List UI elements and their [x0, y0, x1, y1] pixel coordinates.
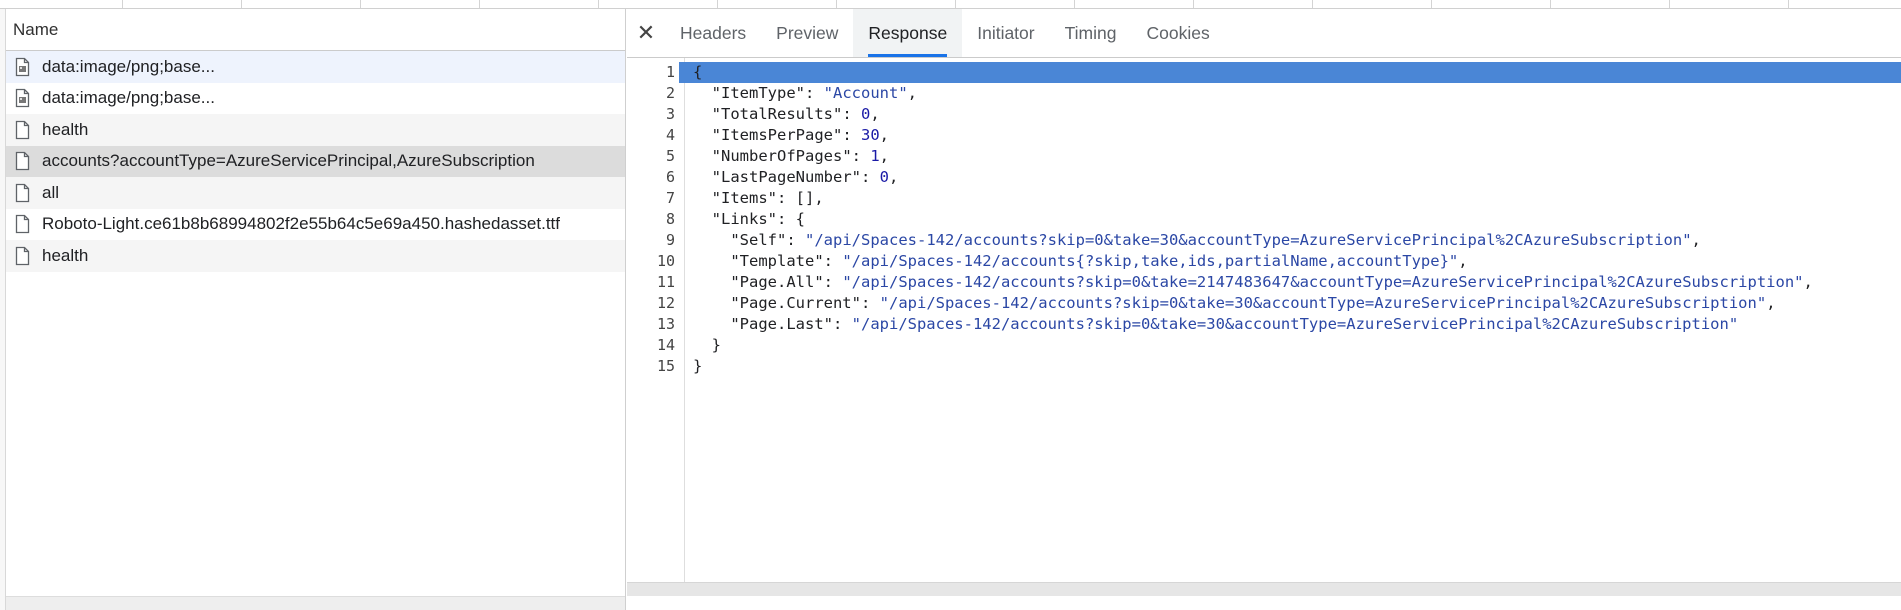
line-content: }: [693, 336, 721, 354]
request-name: data:image/png;base...: [42, 56, 215, 76]
request-row[interactable]: data:image/png;base...: [6, 82, 625, 114]
line-content: "Page.All": "/api/Spaces-142/accounts?sk…: [730, 273, 1813, 291]
request-row[interactable]: health: [6, 240, 625, 272]
waterfall-tick: [1431, 0, 1432, 8]
code-line: 15}: [627, 356, 1901, 377]
code-line: 5 "NumberOfPages": 1,: [627, 146, 1901, 167]
request-name: Roboto-Light.ce61b8b68994802f2e55b64c5e6…: [42, 214, 560, 234]
line-number: 6: [665, 168, 675, 186]
code-line: 8 "Links": {: [627, 209, 1901, 230]
waterfall-tick: [1669, 0, 1670, 8]
line-content: {: [679, 62, 1901, 83]
code-line: 7 "Items": [],: [627, 188, 1901, 209]
image-file-icon: [15, 88, 32, 109]
waterfall-strip: [0, 0, 1901, 9]
line-content: "ItemType": "Account",: [711, 84, 918, 102]
code-line: 11 "Page.All": "/api/Spaces-142/accounts…: [627, 272, 1901, 293]
document-icon: [15, 151, 32, 172]
line-content: "Page.Last": "/api/Spaces-142/accounts?s…: [730, 315, 1739, 333]
code-line: 12 "Page.Current": "/api/Spaces-142/acco…: [627, 293, 1901, 314]
tab-initiator[interactable]: Initiator: [962, 9, 1049, 57]
waterfall-tick: [1074, 0, 1075, 8]
request-row[interactable]: health: [6, 114, 625, 146]
code-line: 10 "Template": "/api/Spaces-142/accounts…: [627, 251, 1901, 272]
line-content: "NumberOfPages": 1,: [711, 147, 890, 165]
waterfall-tick: [360, 0, 361, 8]
code-line: 14 }: [627, 335, 1901, 356]
waterfall-tick: [1788, 0, 1789, 8]
document-icon: [15, 245, 32, 266]
waterfall-tick: [836, 0, 837, 8]
line-content: "Page.Current": "/api/Spaces-142/account…: [730, 294, 1776, 312]
image-file-icon: [15, 56, 32, 77]
waterfall-tick: [1550, 0, 1551, 8]
request-name: health: [42, 119, 89, 139]
line-content: "Template": "/api/Spaces-142/accounts{?s…: [730, 252, 1468, 270]
request-row[interactable]: data:image/png;base...: [6, 51, 625, 83]
request-detail-pane: ✕ Headers Preview Response Initiator Timing C…: [627, 9, 1901, 610]
code-line: 3 "TotalResults": 0,: [627, 104, 1901, 125]
document-icon: [15, 119, 32, 140]
line-number: 15: [656, 357, 675, 375]
request-name: data:image/png;base...: [42, 88, 215, 108]
detail-tab-bar: ✕ Headers Preview Response Initiator Timing C…: [627, 9, 1901, 58]
waterfall-tick: [1312, 0, 1313, 8]
list-horizontal-scrollbar[interactable]: [6, 596, 625, 610]
request-name: accounts?accountType=AzureServicePrincip…: [42, 151, 535, 171]
response-code-lines: 1{2 "ItemType": "Account", 3 "TotalResult…: [627, 62, 1901, 377]
line-number: 2: [665, 84, 675, 102]
line-number: 8: [665, 210, 675, 228]
tab-timing[interactable]: Timing: [1050, 9, 1132, 57]
waterfall-tick: [955, 0, 956, 8]
line-number: 10: [656, 252, 675, 270]
line-content: "LastPageNumber": 0,: [711, 168, 899, 186]
document-icon: [15, 214, 32, 235]
code-line: 1{: [627, 62, 1901, 83]
code-line: 2 "ItemType": "Account",: [627, 83, 1901, 104]
request-list: data:image/png;base... data:image/png;bas…: [6, 51, 625, 272]
line-content: }: [693, 357, 703, 375]
tab-preview[interactable]: Preview: [761, 9, 853, 57]
request-row[interactable]: accounts?accountType=AzureServicePrincip…: [6, 145, 625, 177]
response-horizontal-scrollbar[interactable]: [627, 582, 1901, 596]
line-number: 13: [656, 315, 675, 333]
line-number: 4: [665, 126, 675, 144]
line-number: 9: [665, 231, 675, 249]
request-row[interactable]: all: [6, 177, 625, 209]
line-content: "Items": [],: [711, 189, 824, 207]
line-content: "TotalResults": 0,: [711, 105, 880, 123]
line-number: 7: [665, 189, 675, 207]
waterfall-tick: [1193, 0, 1194, 8]
document-icon: [15, 182, 32, 203]
line-number: 11: [656, 273, 675, 291]
line-number: 1: [665, 63, 675, 81]
line-number: 14: [656, 336, 675, 354]
request-name: all: [42, 182, 60, 202]
request-row[interactable]: Roboto-Light.ce61b8b68994802f2e55b64c5e6…: [6, 208, 625, 240]
waterfall-tick: [598, 0, 599, 8]
line-number: 12: [656, 294, 675, 312]
name-column-header[interactable]: Name: [6, 9, 625, 51]
line-content: "Links": {: [711, 210, 805, 228]
tab-headers[interactable]: Headers: [665, 9, 761, 57]
line-content: "Self": "/api/Spaces-142/accounts?skip=0…: [730, 231, 1701, 249]
response-viewer: 1{2 "ItemType": "Account", 3 "TotalResult…: [627, 58, 1901, 596]
waterfall-tick: [717, 0, 718, 8]
waterfall-tick: [241, 0, 242, 8]
tab-cookies[interactable]: Cookies: [1131, 9, 1224, 57]
request-list-pane: Name data:image/png;base... data:image/pn…: [0, 9, 626, 610]
code-line: 4 "ItemsPerPage": 30,: [627, 125, 1901, 146]
waterfall-tick: [122, 0, 123, 8]
code-line: 6 "LastPageNumber": 0,: [627, 167, 1901, 188]
waterfall-tick: [479, 0, 480, 8]
line-number: 5: [665, 147, 675, 165]
line-content: "ItemsPerPage": 30,: [711, 126, 890, 144]
code-line: 9 "Self": "/api/Spaces-142/accounts?skip…: [627, 230, 1901, 251]
line-number: 3: [665, 105, 675, 123]
tab-response[interactable]: Response: [853, 9, 963, 57]
request-name: health: [42, 245, 89, 265]
code-line: 13 "Page.Last": "/api/Spaces-142/account…: [627, 314, 1901, 335]
close-detail-icon[interactable]: ✕: [627, 9, 665, 57]
